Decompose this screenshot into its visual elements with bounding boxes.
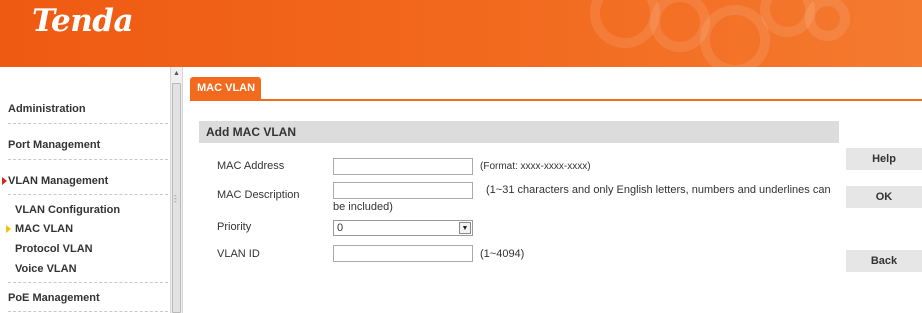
- sidebar: Administration Port Management VLAN Mana…: [0, 67, 183, 313]
- sidebar-item-port-management[interactable]: Port Management: [8, 139, 168, 151]
- scrollbar-thumb[interactable]: ---: [172, 83, 181, 313]
- mac-description-hint-continued: be included): [333, 201, 393, 213]
- divider: [8, 159, 168, 160]
- vlan-id-input[interactable]: [333, 245, 473, 262]
- ok-button[interactable]: OK: [846, 186, 922, 208]
- scroll-up-arrow-icon[interactable]: ▲: [171, 67, 182, 81]
- sidebar-item-vlan-management[interactable]: VLAN Management: [8, 175, 168, 187]
- divider: [8, 123, 168, 124]
- sidebar-subitem-voice-vlan[interactable]: Voice VLAN: [15, 263, 77, 275]
- back-button[interactable]: Back: [846, 250, 922, 272]
- tenda-logo: Tenda: [32, 3, 134, 39]
- vlan-id-hint: (1~4094): [480, 248, 525, 260]
- sidebar-nav: Administration Port Management VLAN Mana…: [0, 67, 170, 313]
- section-title: Add MAC VLAN: [206, 125, 296, 139]
- tab-underline: [190, 99, 922, 101]
- mac-address-input[interactable]: [333, 158, 473, 175]
- priority-label: Priority: [217, 221, 252, 233]
- tab-mac-vlan[interactable]: MAC VLAN: [190, 77, 261, 99]
- active-item-arrow-icon: [6, 225, 11, 233]
- divider: [8, 282, 168, 283]
- mac-address-hint: (Format: xxxx-xxxx-xxxx): [480, 161, 591, 172]
- dropdown-arrow-icon[interactable]: ▼: [459, 222, 471, 234]
- sidebar-subitem-protocol-vlan[interactable]: Protocol VLAN: [15, 243, 93, 255]
- decor-circle: [805, 0, 850, 41]
- grip-icon: ---: [174, 191, 177, 206]
- vlan-id-label: VLAN ID: [217, 248, 260, 260]
- mac-address-label: MAC Address: [217, 160, 285, 172]
- help-button[interactable]: Help: [846, 148, 922, 170]
- mac-description-hint: (1~31 characters and only English letter…: [486, 184, 831, 196]
- sidebar-item-administration[interactable]: Administration: [8, 103, 168, 115]
- mac-description-label: MAC Description: [217, 189, 300, 201]
- sidebar-subitem-vlan-configuration[interactable]: VLAN Configuration: [15, 204, 120, 216]
- mac-description-input[interactable]: [333, 182, 473, 199]
- section-header: Add MAC VLAN: [199, 121, 839, 143]
- header-banner: Tenda: [0, 0, 922, 67]
- sidebar-subitem-mac-vlan[interactable]: MAC VLAN: [15, 223, 73, 235]
- priority-selected-value: 0: [337, 222, 344, 234]
- sidebar-scrollbar[interactable]: ▲ ---: [170, 67, 183, 313]
- divider: [8, 194, 168, 195]
- expanded-arrow-icon: [2, 177, 7, 185]
- priority-select[interactable]: 0 ▼: [333, 220, 473, 236]
- sidebar-item-poe-management[interactable]: PoE Management: [8, 292, 168, 304]
- divider: [8, 311, 168, 312]
